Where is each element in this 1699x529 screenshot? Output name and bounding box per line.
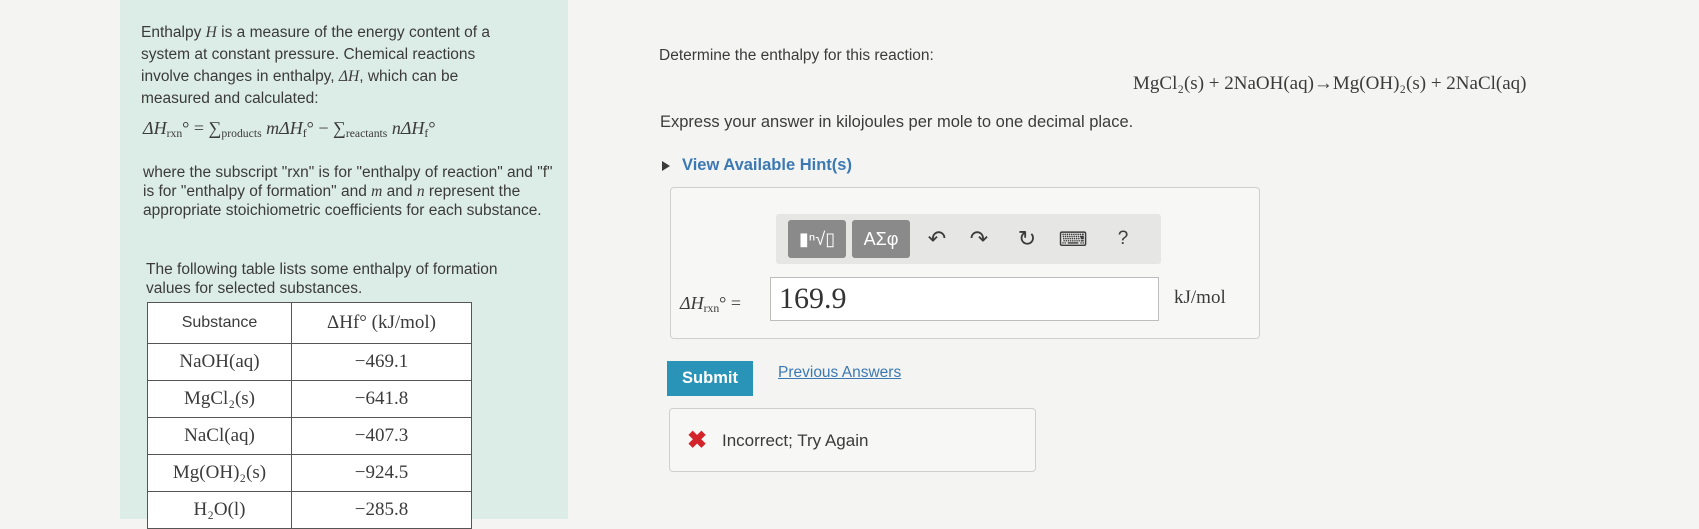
- table-intro: The following table lists some enthalpy …: [146, 261, 498, 297]
- redo-icon[interactable]: ↷: [964, 224, 994, 254]
- header-substance: Substance: [147, 302, 292, 344]
- subscript-explanation: where the subscript "rxn" is for "enthal…: [143, 164, 553, 219]
- math-toolbar: ▮ⁿ√▯ ΑΣφ ↶ ↷ ↻ ⌨ ?: [776, 214, 1161, 264]
- undo-icon[interactable]: ↶: [922, 224, 952, 254]
- cell-substance: NaCl(aq): [147, 417, 292, 455]
- table-row: NaOH(aq) −469.1: [147, 343, 472, 381]
- cell-value: −285.8: [291, 491, 472, 529]
- previous-answers-link[interactable]: Previous Answers: [778, 364, 901, 382]
- feedback-box: ✖ Incorrect; Try Again: [669, 408, 1036, 472]
- table-row: H₂O(l) −285.8: [147, 491, 472, 529]
- view-hints-link[interactable]: View Available Hint(s): [662, 156, 852, 175]
- cell-substance: NaOH(aq): [147, 343, 292, 381]
- answer-input[interactable]: 169.9: [770, 277, 1159, 321]
- table-row: MgCl₂(s) −641.8: [147, 380, 472, 418]
- table-row: Mg(OH)₂(s) −924.5: [147, 454, 472, 492]
- greek-symbols-icon: ΑΣφ: [863, 228, 899, 249]
- hints-label: View Available Hint(s): [682, 156, 852, 174]
- cell-value: −924.5: [291, 454, 472, 492]
- expand-triangle-icon: [662, 160, 670, 171]
- answer-label: ΔHrxn° =: [680, 293, 742, 315]
- cell-substance: MgCl₂(s): [147, 380, 292, 418]
- symbols-button[interactable]: ΑΣφ: [852, 220, 910, 258]
- templates-button[interactable]: ▮ⁿ√▯: [788, 220, 846, 258]
- intro-paragraph: Enthalpy H is a measure of the energy co…: [141, 24, 490, 107]
- feedback-text: Incorrect; Try Again: [722, 431, 869, 450]
- header-enthalpy: ΔHf° (kJ/mol): [291, 302, 472, 344]
- answer-instructions: Express your answer in kilojoules per mo…: [660, 113, 1134, 131]
- cell-value: −641.8: [291, 380, 472, 418]
- cell-substance: H₂O(l): [147, 491, 292, 529]
- help-icon[interactable]: ?: [1108, 224, 1138, 254]
- cell-value: −407.3: [291, 417, 472, 455]
- reset-icon[interactable]: ↻: [1012, 224, 1042, 254]
- enthalpy-formula: ΔHrxn° = ∑products mΔHf° − ∑reactants nΔ…: [143, 118, 436, 140]
- question-prompt: Determine the enthalpy for this reaction…: [659, 47, 934, 64]
- reaction-equation: MgCl₂(s) + 2NaOH(aq)→Mg(OH)₂(s) + 2NaCl(…: [1133, 73, 1527, 94]
- keyboard-icon[interactable]: ⌨: [1058, 224, 1088, 254]
- enthalpy-table: Substance ΔHf° (kJ/mol) NaOH(aq) −469.1 M…: [147, 302, 472, 529]
- templates-icon: ▮ⁿ√▯: [798, 228, 836, 249]
- submit-button[interactable]: Submit: [667, 361, 753, 396]
- table-header-row: Substance ΔHf° (kJ/mol): [147, 302, 472, 344]
- table-row: NaCl(aq) −407.3: [147, 417, 472, 455]
- cell-substance: Mg(OH)₂(s): [147, 454, 292, 492]
- incorrect-icon: ✖: [687, 427, 708, 454]
- cell-value: −469.1: [291, 343, 472, 381]
- answer-units: kJ/mol: [1174, 287, 1226, 308]
